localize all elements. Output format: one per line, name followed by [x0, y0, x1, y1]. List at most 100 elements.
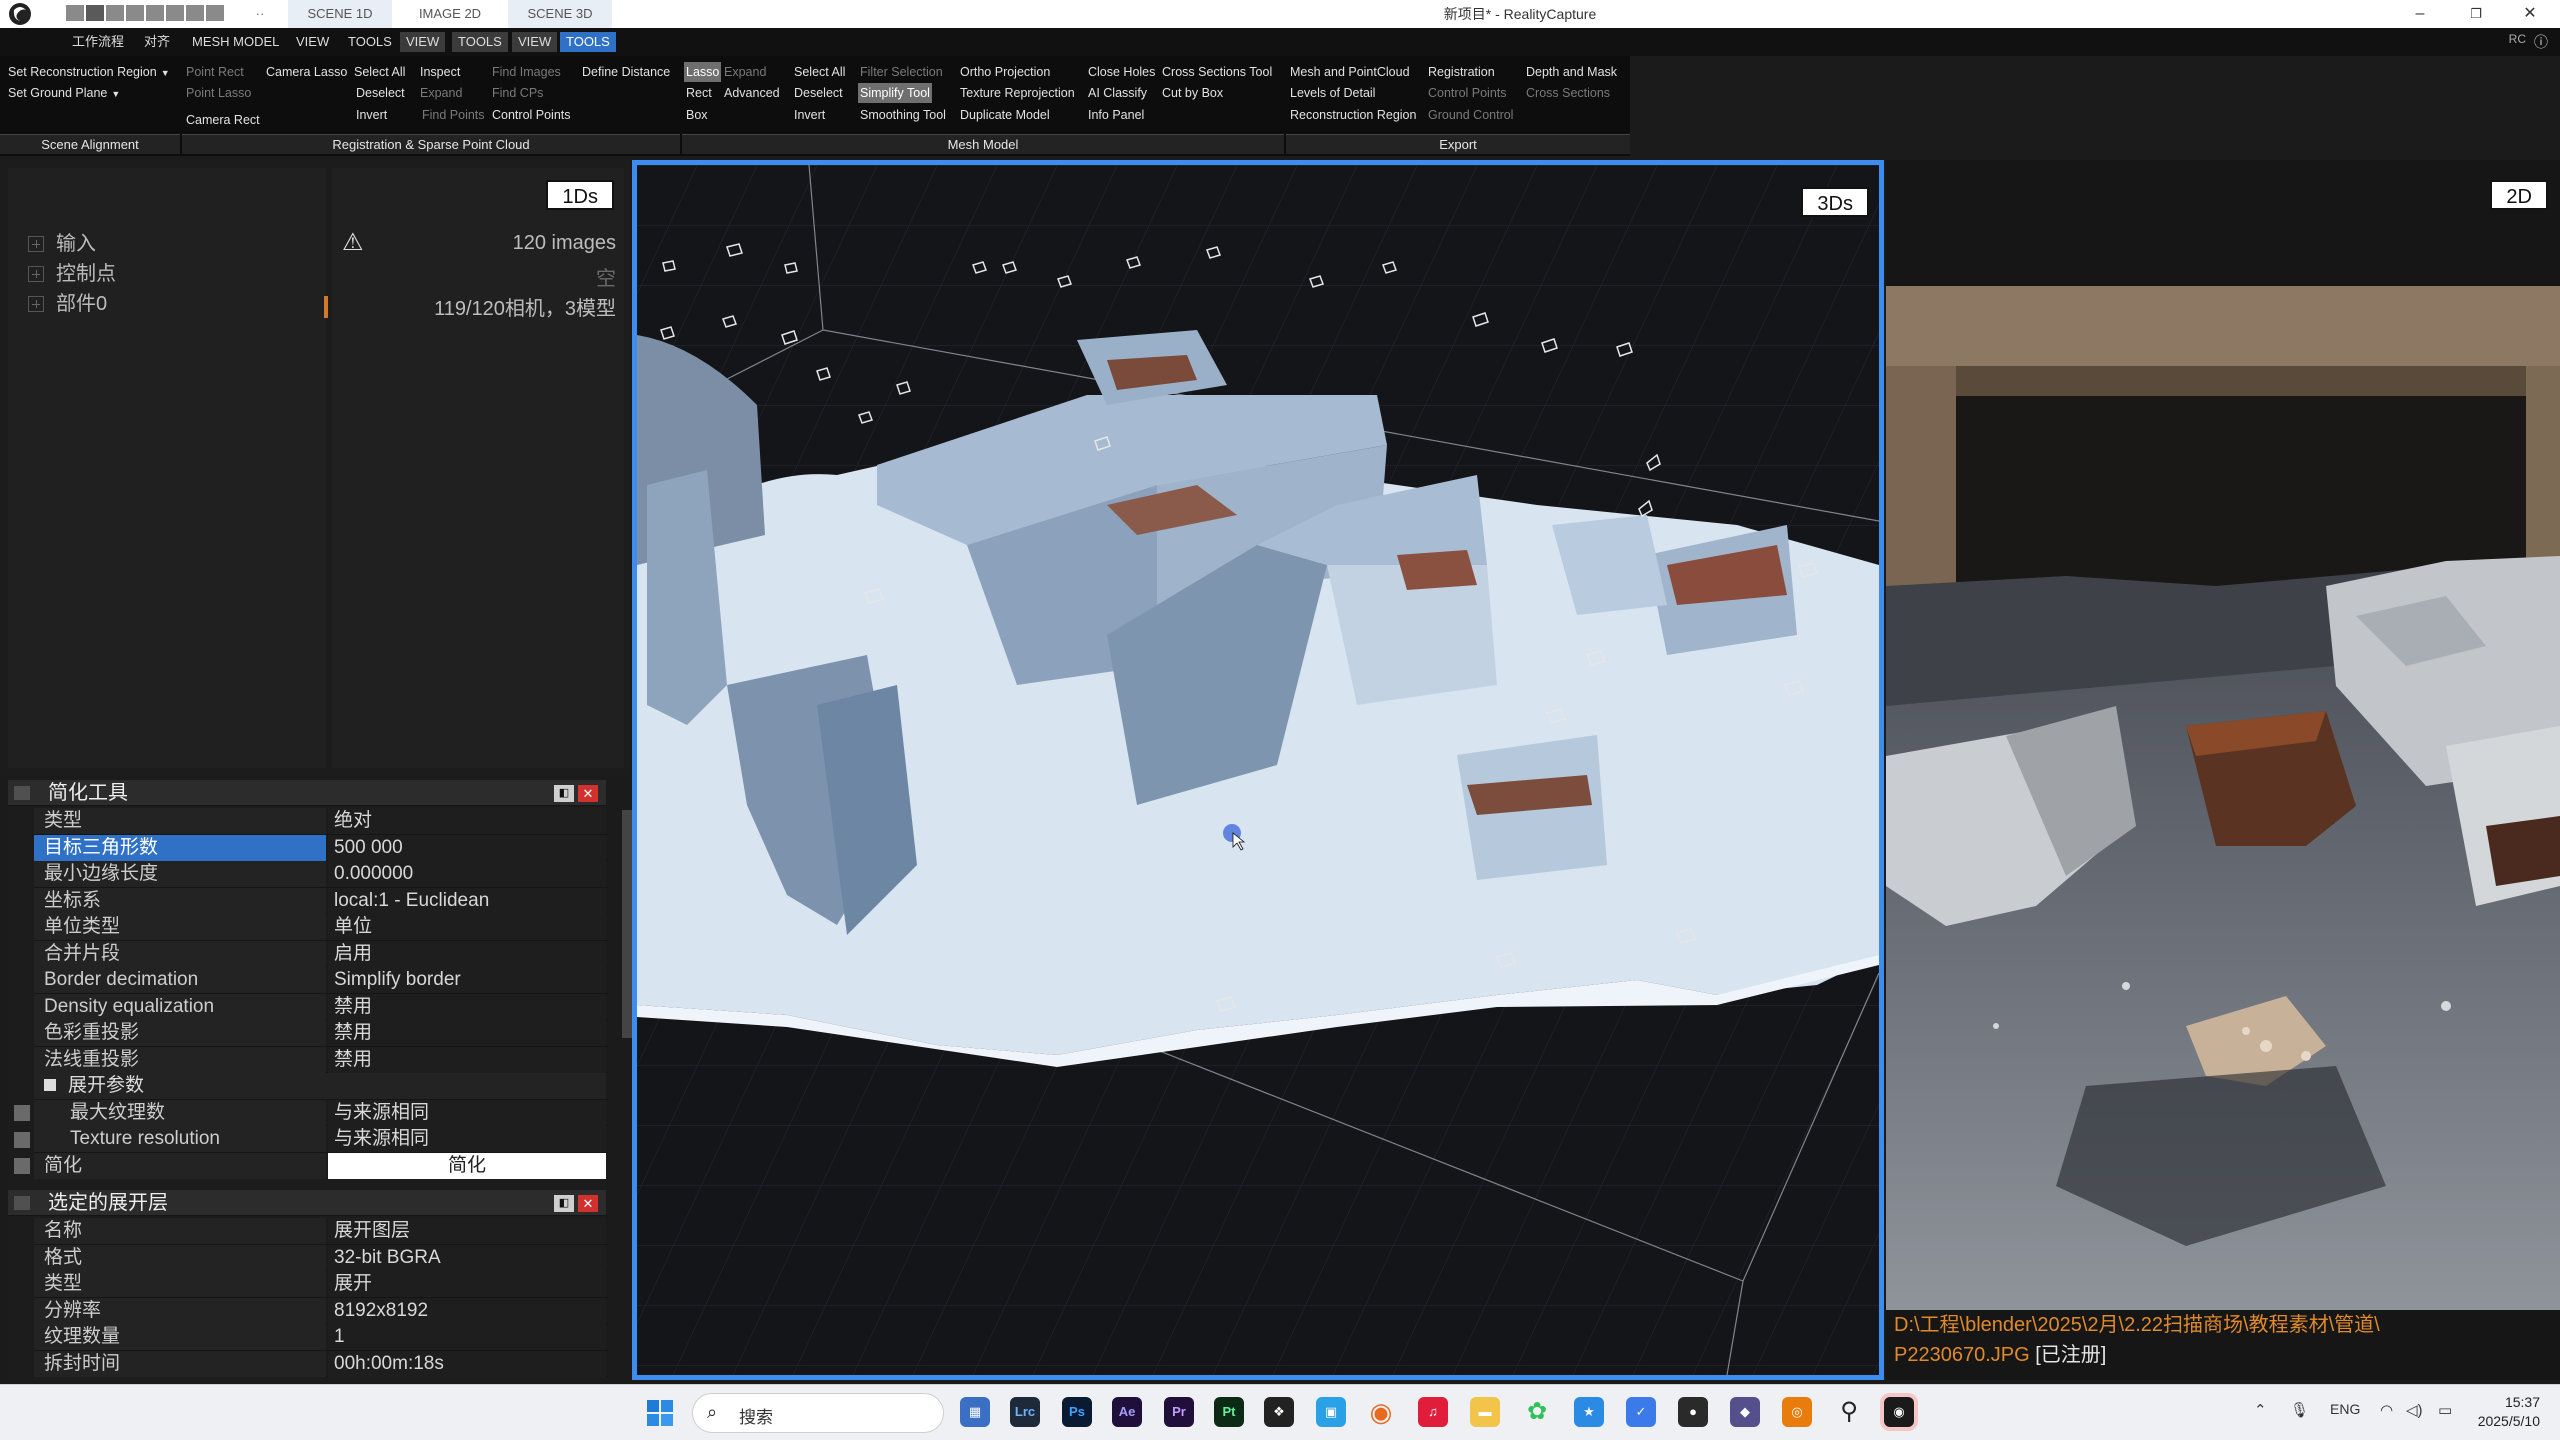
volume-icon[interactable]: ◁) [2406, 1401, 2423, 1419]
export-ground-control-button[interactable]: Ground Control [1426, 105, 1515, 125]
prop-row[interactable]: 最小边缘长度 0.000000 [34, 861, 608, 888]
prop-row[interactable]: 名称 展开图层 [34, 1218, 608, 1245]
menu-view-1[interactable]: VIEW [290, 32, 335, 52]
firefox-app-icon[interactable]: ◉ [1366, 1397, 1396, 1427]
cut-by-box-button[interactable]: Cut by Box [1160, 83, 1225, 103]
prop-row[interactable]: 坐标系 local:1 - Euclidean [34, 887, 608, 914]
prop-row[interactable]: 法线重投影 禁用 [34, 1046, 608, 1073]
store-app-icon[interactable]: ★ [1574, 1397, 1604, 1427]
bilibili-app-icon[interactable]: ▣ [1316, 1397, 1346, 1427]
cross-sections-tool-button[interactable]: Cross Sections Tool [1160, 62, 1274, 82]
layout-8-icon[interactable] [206, 5, 224, 21]
layout-4-icon[interactable] [126, 5, 144, 21]
inspect-button[interactable]: Inspect [418, 62, 462, 82]
tree-item-inputs[interactable]: 输入 [28, 230, 96, 258]
lightroom-app-icon[interactable]: Lrc [1010, 1397, 1040, 1427]
section-unwrap-params[interactable]: 展开参数 [34, 1073, 608, 1100]
set-reconstruction-region-button[interactable]: Set Reconstruction Region ▼ [6, 62, 172, 82]
maximize-button[interactable]: ❐ [2456, 0, 2496, 28]
point-rect-button[interactable]: Point Rect [184, 62, 246, 82]
wifi-icon[interactable]: ◠ [2380, 1401, 2393, 1419]
layout-3-icon[interactable] [106, 5, 124, 21]
minimize-button[interactable]: – [2400, 0, 2440, 28]
menu-alignment[interactable]: 对齐 [138, 32, 176, 52]
prop-value[interactable]: 单位 [328, 914, 606, 940]
panel-side-icon[interactable] [14, 1158, 30, 1174]
scene-3d-viewport[interactable]: 3Ds [632, 160, 1884, 1380]
prop-value[interactable]: 与来源相同 [328, 1099, 606, 1126]
find-points-button[interactable]: Find Points [420, 105, 487, 125]
simplify-tool-button[interactable]: Simplify Tool [858, 83, 932, 103]
export-cross-sections-button[interactable]: Cross Sections [1524, 83, 1612, 103]
tab-scene-3d[interactable]: SCENE 3D [508, 0, 612, 28]
export-registration-button[interactable]: Registration [1426, 62, 1497, 82]
wechat-app-icon[interactable]: ✿ [1522, 1397, 1552, 1427]
tab-scene-1d[interactable]: SCENE 1D [288, 0, 392, 28]
pin-icon[interactable]: ◧ [554, 785, 574, 802]
camera-rect-button[interactable]: Camera Rect [184, 110, 262, 130]
layout-2-icon[interactable] [86, 5, 104, 21]
prop-value[interactable]: 0.000000 [328, 861, 606, 887]
select-all-cameras-button[interactable]: Select All [352, 62, 407, 82]
collapse-icon[interactable] [14, 1196, 30, 1210]
invert-cameras-button[interactable]: Invert [354, 105, 389, 125]
prop-row[interactable]: 色彩重投影 禁用 [34, 1020, 608, 1047]
deselect-mesh-button[interactable]: Deselect [792, 83, 845, 103]
prop-row-target-triangles[interactable]: 目标三角形数 500 000 [34, 834, 608, 861]
tree-item-component-0[interactable]: 部件0 [28, 290, 107, 318]
expand-icon[interactable] [28, 236, 44, 252]
prop-row[interactable]: 类型 展开 [34, 1271, 608, 1298]
texture-reprojection-button[interactable]: Texture Reprojection [958, 83, 1077, 103]
prop-row[interactable]: 纹理数量 1 [34, 1324, 608, 1351]
info-icon[interactable]: ⓘ [2534, 32, 2548, 52]
ai-classify-button[interactable]: AI Classify [1086, 83, 1149, 103]
expand-cameras-button[interactable]: Expand [418, 83, 464, 103]
prop-row[interactable]: Density equalization 禁用 [34, 993, 608, 1020]
prop-row[interactable]: 合并片段 启用 [34, 940, 608, 967]
find-images-button[interactable]: Find Images [490, 62, 563, 82]
control-points-button[interactable]: Control Points [490, 105, 573, 125]
prop-row[interactable]: 最大纹理数 与来源相同 [34, 1099, 608, 1126]
select-all-mesh-button[interactable]: Select All [792, 62, 847, 82]
tray-overflow-icon[interactable]: ⌃ [2254, 1401, 2267, 1419]
substance-painter-app-icon[interactable]: Pt [1214, 1397, 1244, 1427]
menu-view-2[interactable]: VIEW [400, 32, 446, 52]
realitycapture-app-icon[interactable]: ◉ [1884, 1397, 1914, 1427]
system-clock[interactable]: 15:37 2025/5/10 [2478, 1393, 2540, 1431]
prop-value[interactable]: 启用 [328, 940, 606, 967]
prop-row[interactable]: Texture resolution 与来源相同 [34, 1126, 608, 1153]
pin-icon[interactable]: ◧ [554, 1195, 574, 1212]
panel-side-icon[interactable] [14, 1132, 30, 1148]
close-panel-button[interactable]: ✕ [578, 785, 598, 802]
box-select-button[interactable]: Box [684, 105, 710, 125]
prop-value[interactable]: 禁用 [328, 1020, 606, 1046]
export-depth-mask-button[interactable]: Depth and Mask [1524, 62, 1619, 82]
export-mesh-pointcloud-button[interactable]: Mesh and PointCloud [1288, 62, 1412, 82]
simplify-button[interactable]: 简化 [328, 1152, 606, 1179]
ortho-projection-button[interactable]: Ortho Projection [958, 62, 1052, 82]
define-distance-button[interactable]: Define Distance [580, 62, 672, 82]
panel-side-icon[interactable] [14, 1105, 30, 1121]
menu-tools-1[interactable]: TOOLS [342, 32, 398, 52]
menu-view-3[interactable]: VIEW [512, 32, 558, 52]
prop-row[interactable]: 类型 绝对 [34, 808, 608, 835]
layout-5-icon[interactable] [146, 5, 164, 21]
premiere-app-icon[interactable]: Pr [1164, 1397, 1194, 1427]
export-control-points-button[interactable]: Control Points [1426, 83, 1509, 103]
deselect-cameras-button[interactable]: Deselect [354, 83, 407, 103]
camera-lasso-button[interactable]: Camera Lasso [264, 62, 349, 82]
image-2d-viewport[interactable]: 2D D:\工程\blender\2025\2月\2.22扫描商场\教程素材\管… [1886, 160, 2560, 1380]
invert-mesh-button[interactable]: Invert [792, 105, 827, 125]
target-triangles-input[interactable]: 500 000 [328, 834, 606, 861]
close-window-button[interactable]: ✕ [2510, 0, 2550, 28]
windows-start-icon[interactable] [646, 1399, 674, 1427]
set-ground-plane-button[interactable]: Set Ground Plane ▼ [6, 83, 122, 103]
collapse-section-icon[interactable] [44, 1079, 56, 1091]
prop-row[interactable]: 分辨率 8192x8192 [34, 1297, 608, 1324]
prop-value[interactable]: 禁用 [328, 1046, 606, 1073]
info-panel-button[interactable]: Info Panel [1086, 105, 1146, 125]
davinci-app-icon[interactable]: ❖ [1264, 1397, 1294, 1427]
steam-app-icon[interactable]: ● [1678, 1397, 1708, 1427]
photoshop-app-icon[interactable]: Ps [1062, 1397, 1092, 1427]
prop-value[interactable]: local:1 - Euclidean [328, 887, 606, 914]
